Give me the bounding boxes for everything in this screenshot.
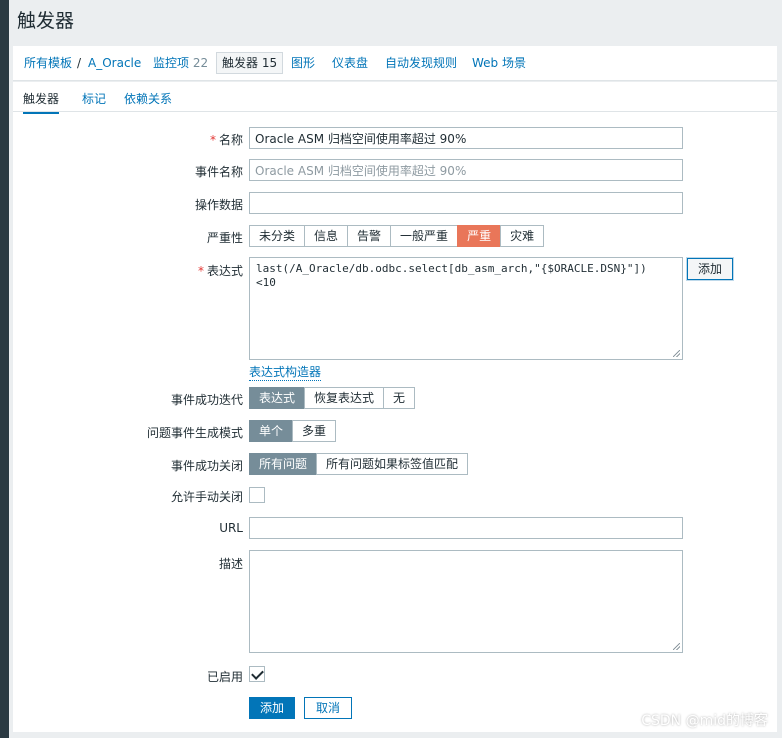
tab-dependencies[interactable]: 依赖关系 — [124, 90, 172, 107]
tab-tags[interactable]: 标记 — [82, 90, 106, 107]
problem-mode-selector: 单个 多重 — [249, 420, 337, 442]
page-title: 触发器 — [17, 10, 75, 32]
problem-mode-label: 问题事件生成模式 — [146, 426, 243, 440]
cancel-button[interactable]: 取消 — [304, 697, 353, 719]
severity-high[interactable]: 严重 — [457, 225, 502, 247]
name-input[interactable]: Oracle ASM 归档空间使用率超过 90% — [249, 127, 683, 149]
expression-line-1: last(/A_Oracle/db.odbc.select[db_asm_arc… — [256, 262, 647, 275]
ok-event-recovery-expression[interactable]: 恢复表达式 — [304, 387, 385, 409]
expression-label-text: 表达式 — [206, 264, 243, 278]
ok-event-closes-label: 事件成功关闭 — [170, 459, 243, 473]
nav-triggers-count: 15 — [261, 56, 278, 70]
required-mark: * — [209, 133, 216, 147]
url-label: URL — [219, 521, 243, 535]
expression-label: * 表达式 — [13, 262, 243, 279]
enabled-checkbox[interactable] — [249, 666, 265, 682]
left-sidebar-strip — [0, 0, 9, 738]
nav-triggers-label: 触发器 — [222, 56, 259, 70]
nav-items-count: 22 — [192, 56, 209, 70]
nav-graphs[interactable]: 图形 — [291, 46, 315, 80]
expression-line-2: <10 — [256, 276, 276, 289]
name-label: * 名称 — [13, 131, 243, 148]
form-panel: 触发器 标记 依赖关系 * 名称 Oracle ASM 归档空间使用率超过 90%… — [13, 82, 777, 732]
description-label: 描述 — [218, 557, 243, 571]
ok-event-expression[interactable]: 表达式 — [249, 387, 306, 409]
watermark: CSDN @mid的博客 — [641, 713, 768, 729]
expression-add-button[interactable]: 添加 — [687, 258, 734, 280]
severity-label: 严重性 — [206, 231, 243, 245]
nav-all-templates[interactable]: 所有模板 — [24, 46, 72, 80]
ok-closes-tag-match[interactable]: 所有问题如果标签值匹配 — [316, 453, 469, 475]
severity-warning[interactable]: 告警 — [347, 225, 392, 247]
nav-triggers[interactable]: 触发器 15 — [216, 52, 284, 74]
severity-disaster[interactable]: 灾难 — [500, 225, 545, 247]
severity-average[interactable]: 一般严重 — [390, 225, 459, 247]
nav-host[interactable]: A_Oracle — [88, 46, 141, 80]
url-input[interactable] — [249, 517, 683, 539]
enabled-label: 已启用 — [206, 670, 243, 684]
ok-event-none[interactable]: 无 — [383, 387, 416, 409]
tab-divider — [13, 111, 777, 112]
check-icon — [251, 667, 264, 680]
opdata-input[interactable] — [249, 192, 683, 214]
resize-handle-icon[interactable] — [673, 350, 680, 357]
nav-items-label: 监控项 — [153, 56, 190, 70]
severity-information[interactable]: 信息 — [304, 225, 349, 247]
manual-close-label: 允许手动关闭 — [170, 490, 243, 504]
expression-code: last(/A_Oracle/db.odbc.select[db_asm_arc… — [256, 262, 647, 290]
nav-separator: / — [77, 56, 82, 70]
problem-mode-single[interactable]: 单个 — [249, 420, 294, 442]
problem-mode-multiple[interactable]: 多重 — [292, 420, 337, 442]
ok-event-closes-selector: 所有问题 所有问题如果标签值匹配 — [249, 453, 469, 475]
severity-not-classified[interactable]: 未分类 — [249, 225, 306, 247]
expression-constructor-link[interactable]: 表达式构造器 — [249, 363, 322, 381]
required-mark: * — [197, 264, 204, 278]
nav-dashboards[interactable]: 仪表盘 — [332, 46, 368, 80]
description-textarea[interactable] — [249, 550, 683, 653]
add-button[interactable]: 添加 — [249, 697, 296, 719]
opdata-label: 操作数据 — [194, 198, 243, 212]
ok-event-generation-label: 事件成功迭代 — [170, 393, 243, 407]
event-name-input[interactable]: Oracle ASM 归档空间使用率超过 90% — [249, 159, 683, 181]
severity-selector: 未分类 信息 告警 一般严重 严重 灾难 — [249, 225, 545, 247]
ok-event-generation-selector: 表达式 恢复表达式 无 — [249, 387, 416, 409]
manual-close-checkbox[interactable] — [249, 487, 265, 503]
nav-items[interactable]: 监控项 22 — [153, 46, 208, 80]
nav-web[interactable]: Web 场景 — [472, 46, 526, 80]
name-label-text: 名称 — [218, 133, 243, 147]
page: 触发器 所有模板 / A_Oracle 监控项 22 触发器 15 图形 仪表盘… — [9, 0, 782, 738]
ok-closes-all-problems[interactable]: 所有问题 — [249, 453, 318, 475]
event-name-label: 事件名称 — [194, 165, 243, 179]
expression-textarea[interactable]: last(/A_Oracle/db.odbc.select[db_asm_arc… — [249, 257, 683, 360]
resize-handle-icon[interactable] — [673, 643, 680, 650]
nav-discovery[interactable]: 自动发现规则 — [385, 46, 457, 80]
breadcrumb-nav: 所有模板 / A_Oracle 监控项 22 触发器 15 图形 仪表盘 自动发… — [13, 46, 777, 81]
